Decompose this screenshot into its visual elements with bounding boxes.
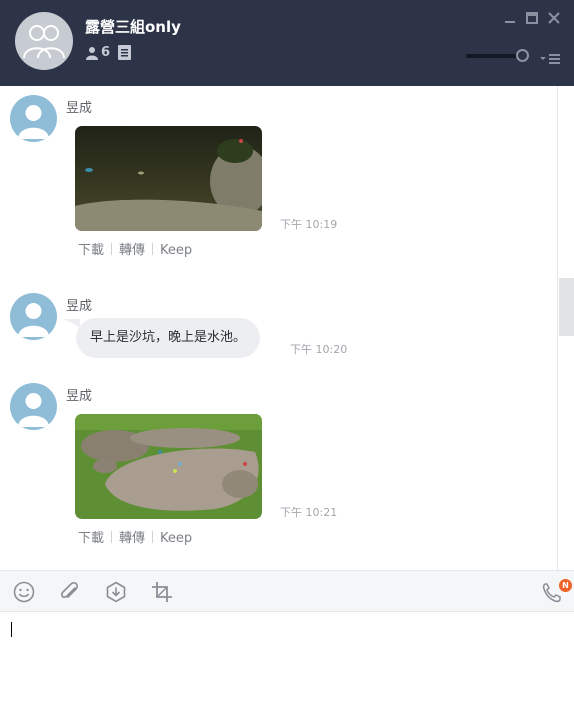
sender-avatar[interactable] (10, 95, 57, 142)
group-name[interactable]: 露營三組only (85, 16, 181, 37)
message-time: 下午 10:19 (280, 218, 338, 231)
photo-message[interactable] (75, 126, 262, 231)
input-toolbar: N (0, 570, 574, 612)
separator (152, 243, 154, 255)
keep-link[interactable]: Keep (160, 531, 192, 546)
chat-scrollbar[interactable] (557, 86, 574, 570)
call-badge: N (559, 579, 572, 592)
scrollbar-thumb[interactable] (559, 278, 574, 336)
image-actions: 下載 轉傳 Keep (78, 239, 192, 258)
message-input-area (0, 612, 574, 715)
text-caret (11, 622, 12, 637)
volume-slider-knob[interactable] (516, 49, 529, 62)
separator (111, 243, 113, 255)
maximize-icon[interactable] (524, 10, 540, 26)
sender-avatar[interactable] (10, 383, 57, 430)
sender-name: 昱成 (66, 299, 93, 314)
attach-icon[interactable] (59, 581, 81, 603)
close-icon[interactable] (546, 10, 562, 26)
forward-link[interactable]: 轉傳 (119, 243, 145, 258)
chat-message-list[interactable]: 昱成 下午 10:19 下載 轉傳 Keep 昱成 早上是沙坑，晚上是水池。 下… (0, 86, 557, 570)
keep-icon[interactable] (105, 581, 127, 603)
image-actions: 下載 轉傳 Keep (78, 527, 192, 546)
photo-message[interactable] (75, 414, 262, 519)
forward-link[interactable]: 轉傳 (119, 531, 145, 546)
separator (111, 531, 113, 543)
sender-name: 昱成 (66, 101, 93, 116)
download-link[interactable]: 下載 (78, 531, 104, 546)
minimize-icon[interactable] (502, 10, 518, 26)
message-input[interactable] (0, 612, 574, 715)
sender-avatar[interactable] (10, 293, 57, 340)
emoji-icon[interactable] (13, 581, 35, 603)
message-bubble[interactable]: 早上是沙坑，晚上是水池。 (76, 318, 261, 358)
bubble-tail (64, 319, 80, 327)
crop-icon[interactable] (151, 581, 173, 603)
separator (152, 531, 154, 543)
menu-icon[interactable] (538, 50, 562, 64)
message-time: 下午 10:20 (290, 343, 348, 356)
download-link[interactable]: 下載 (78, 243, 104, 258)
volume-slider-fill (466, 54, 517, 58)
message-time: 下午 10:21 (280, 506, 338, 519)
group-avatar-icon[interactable] (15, 12, 73, 70)
member-icon[interactable] (85, 45, 99, 64)
notes-icon[interactable] (118, 45, 131, 64)
keep-link[interactable]: Keep (160, 243, 192, 258)
member-count[interactable]: 6 (101, 45, 110, 60)
chat-header: 露營三組only 6 (0, 0, 574, 86)
sender-name: 昱成 (66, 389, 93, 404)
